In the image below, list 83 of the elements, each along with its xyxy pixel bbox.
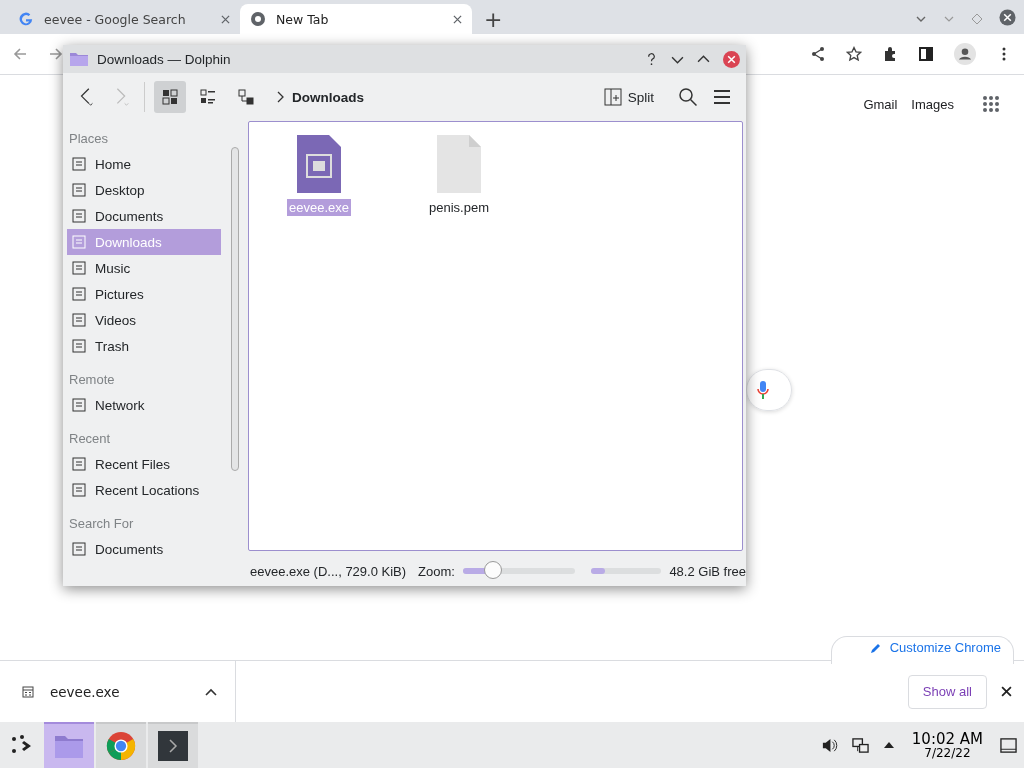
terminal-icon xyxy=(158,731,188,761)
browser-tab[interactable]: New Tab xyxy=(240,4,472,34)
places-item[interactable]: Videos xyxy=(67,307,221,333)
tab-title: New Tab xyxy=(276,11,330,27)
places-item[interactable]: Network xyxy=(67,392,221,418)
header-link[interactable]: Gmail xyxy=(863,96,898,112)
chrome-icon xyxy=(250,11,266,27)
section-heading: Remote xyxy=(68,371,116,389)
icons-view-button[interactable] xyxy=(154,81,186,113)
page-icon xyxy=(71,338,87,354)
file-icon xyxy=(437,135,481,193)
profile-icon[interactable] xyxy=(954,43,976,65)
browser-tab[interactable]: eevee - Google Search xyxy=(8,4,240,34)
clock[interactable]: 10:02 AM 7/22/22 xyxy=(911,731,983,759)
grid-icon xyxy=(161,88,179,106)
page-icon xyxy=(71,260,87,276)
pencil-icon xyxy=(869,641,882,654)
tab-title: eevee - Google Search xyxy=(44,11,187,27)
star-icon[interactable] xyxy=(846,46,862,62)
chevron-right-icon xyxy=(276,91,284,103)
caret-up-icon[interactable] xyxy=(882,741,895,749)
search-icon[interactable] xyxy=(678,87,698,107)
list-icon xyxy=(199,88,217,106)
split-view-icon xyxy=(603,88,622,106)
file-icon xyxy=(22,685,34,698)
forward-arrow-icon[interactable] xyxy=(48,46,64,62)
places-item[interactable]: Documents xyxy=(67,203,221,229)
page-icon xyxy=(71,312,87,328)
file-name: penis.pem xyxy=(428,199,490,216)
terminal-task[interactable] xyxy=(148,722,198,768)
caret-up-icon[interactable] xyxy=(205,687,217,696)
page-icon xyxy=(71,286,87,302)
apps-grid-icon[interactable] xyxy=(982,95,1000,113)
back-arrow-icon[interactable] xyxy=(12,46,28,62)
microphone-icon[interactable] xyxy=(757,381,769,399)
page-icon xyxy=(71,234,87,250)
executable-file-icon xyxy=(297,135,341,193)
window-title: Downloads — Dolphin xyxy=(97,51,231,67)
chrome-icon xyxy=(106,731,136,761)
page-icon xyxy=(71,208,87,224)
page-icon xyxy=(71,482,87,498)
places-item[interactable]: Recent Files xyxy=(67,451,221,477)
help-icon[interactable] xyxy=(645,52,658,66)
section-heading: Search For xyxy=(68,515,135,533)
puzzle-icon[interactable] xyxy=(882,46,898,62)
zoom-label: Zoom: xyxy=(418,563,455,579)
share-icon[interactable] xyxy=(810,46,826,62)
places-item[interactable]: Documents xyxy=(67,536,221,556)
page-icon xyxy=(71,156,87,172)
close-icon[interactable] xyxy=(1001,686,1012,697)
download-name: eevee.exe xyxy=(50,683,121,700)
customize-chrome-button[interactable]: Customize Chrome xyxy=(830,636,1014,664)
places-item[interactable]: Trash xyxy=(67,333,221,359)
network-icon[interactable] xyxy=(851,736,869,754)
places-item[interactable]: Home xyxy=(67,151,221,177)
section-heading: Places xyxy=(68,130,110,148)
page-icon xyxy=(71,397,87,413)
file-item[interactable]: penis.pem xyxy=(419,135,499,216)
tree-icon xyxy=(237,88,255,106)
section-heading: Recent xyxy=(68,430,112,448)
show-desktop-icon[interactable] xyxy=(1000,736,1017,754)
free-space-text: 48.2 GiB free xyxy=(669,563,746,579)
new-tab-button[interactable]: + xyxy=(472,4,515,34)
places-item[interactable]: Recent Locations xyxy=(67,477,221,503)
places-item[interactable]: Pictures xyxy=(67,281,221,307)
zoom-slider[interactable] xyxy=(462,561,576,581)
disk-space-bar xyxy=(591,568,662,574)
breadcrumb-item[interactable]: Downloads xyxy=(292,89,364,105)
places-item[interactable]: Music xyxy=(67,255,221,281)
side-panel-icon[interactable] xyxy=(918,46,934,62)
menu-icon[interactable] xyxy=(712,87,732,107)
page-icon xyxy=(71,182,87,198)
show-all-button[interactable]: Show all xyxy=(907,674,987,709)
page-icon xyxy=(71,456,87,472)
split-button[interactable]: Split xyxy=(597,87,660,107)
folder-icon xyxy=(69,51,89,67)
file-name: eevee.exe xyxy=(287,199,351,216)
close-icon[interactable] xyxy=(999,9,1016,26)
google-icon xyxy=(18,11,34,27)
page-icon xyxy=(71,541,87,556)
status-text: eevee.exe (D..., 729.0 KiB) xyxy=(250,563,407,579)
header-link[interactable]: Images xyxy=(911,96,954,112)
places-item[interactable]: Desktop xyxy=(67,177,221,203)
